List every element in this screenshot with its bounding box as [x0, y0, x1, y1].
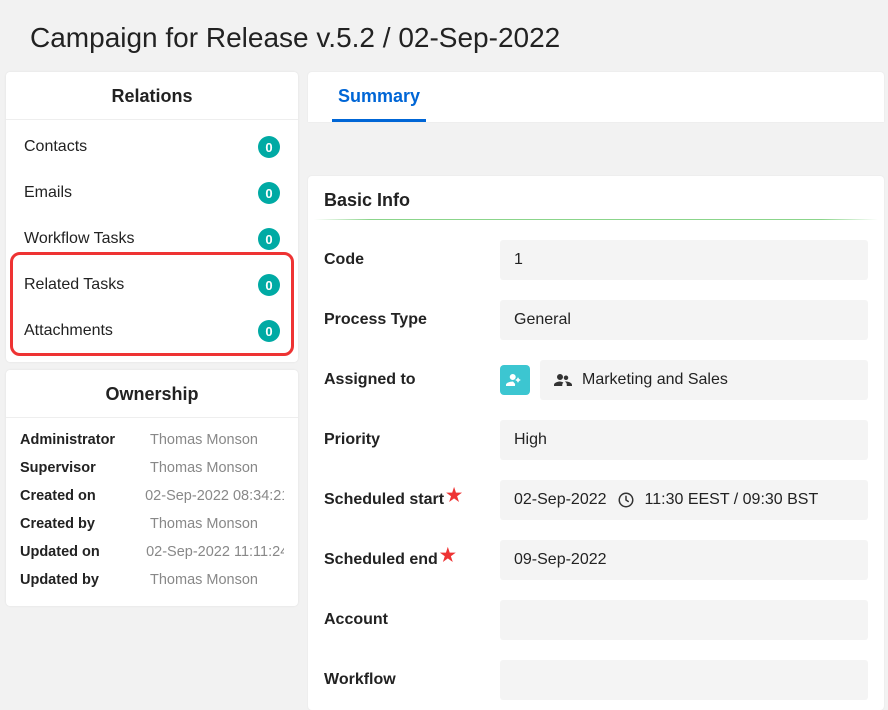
- ownership-heading: Ownership: [6, 370, 298, 418]
- value-date: 02-Sep-2022: [514, 491, 607, 509]
- field-value-scheduled-start[interactable]: 02-Sep-2022 11:30 EEST / 09:30 BST: [500, 480, 868, 520]
- ownership-value: 02-Sep-2022 08:34:21: [145, 488, 284, 504]
- ownership-panel: Ownership Administrator Thomas Monson Su…: [6, 370, 298, 606]
- sidebar-item-label: Related Tasks: [24, 276, 124, 294]
- tabs-bar: Summary: [308, 72, 884, 122]
- tab-summary[interactable]: Summary: [332, 72, 426, 122]
- ownership-value: Thomas Monson: [150, 460, 258, 476]
- ownership-label: Updated on: [20, 544, 146, 560]
- field-row-priority: Priority High: [308, 410, 884, 470]
- field-value-workflow[interactable]: [500, 660, 868, 700]
- field-label: Scheduled start ★: [324, 491, 500, 509]
- page-title: Campaign for Release v.5.2 / 02-Sep-2022: [0, 0, 888, 72]
- label-text: Assigned to: [324, 371, 416, 389]
- field-row-workflow: Workflow: [308, 650, 884, 710]
- user-plus-icon: [506, 371, 524, 389]
- label-text: Scheduled end: [324, 551, 438, 569]
- field-value-code[interactable]: 1: [500, 240, 868, 280]
- clock-icon: [617, 491, 635, 509]
- field-row-code: Code 1: [308, 230, 884, 290]
- ownership-label: Updated by: [20, 572, 150, 588]
- value-time: 11:30 EEST / 09:30 BST: [645, 491, 819, 509]
- ownership-row-updated-on: Updated on 02-Sep-2022 11:11:24: [6, 538, 298, 566]
- count-badge: 0: [258, 274, 280, 296]
- value-text: 1: [514, 251, 523, 269]
- ownership-row-administrator: Administrator Thomas Monson: [6, 426, 298, 454]
- label-text: Workflow: [324, 671, 396, 689]
- assign-user-button[interactable]: [500, 365, 530, 395]
- relations-heading: Relations: [6, 72, 298, 120]
- ownership-row-created-on: Created on 02-Sep-2022 08:34:21: [6, 482, 298, 510]
- sidebar-item-attachments[interactable]: Attachments 0: [10, 308, 294, 354]
- sidebar-item-label: Workflow Tasks: [24, 230, 135, 248]
- label-text: Scheduled start: [324, 491, 444, 509]
- field-label: Account: [324, 611, 500, 629]
- ownership-label: Created by: [20, 516, 150, 532]
- field-value-process-type[interactable]: General: [500, 300, 868, 340]
- field-value-account[interactable]: [500, 600, 868, 640]
- sidebar-item-contacts[interactable]: Contacts 0: [10, 124, 294, 170]
- sidebar-item-label: Attachments: [24, 322, 113, 340]
- required-star-icon: ★: [440, 551, 456, 560]
- users-icon: [554, 372, 572, 388]
- sidebar-item-label: Emails: [24, 184, 72, 202]
- field-label: Code: [324, 251, 500, 269]
- field-row-scheduled-end: Scheduled end ★ 09-Sep-2022: [308, 530, 884, 590]
- relations-panel: Relations Contacts 0 Emails 0 Workflow T…: [6, 72, 298, 362]
- count-badge: 0: [258, 320, 280, 342]
- ownership-value: Thomas Monson: [150, 572, 258, 588]
- count-badge: 0: [258, 228, 280, 250]
- label-text: Code: [324, 251, 364, 269]
- field-value-assigned-to[interactable]: Marketing and Sales: [540, 360, 868, 400]
- count-badge: 0: [258, 136, 280, 158]
- label-text: Process Type: [324, 311, 427, 329]
- field-row-account: Account: [308, 590, 884, 650]
- ownership-row-supervisor: Supervisor Thomas Monson: [6, 454, 298, 482]
- label-text: Priority: [324, 431, 380, 449]
- ownership-value: Thomas Monson: [150, 432, 258, 448]
- ownership-label: Administrator: [20, 432, 150, 448]
- basic-info-heading: Basic Info: [308, 176, 884, 219]
- field-label: Workflow: [324, 671, 500, 689]
- value-text: Marketing and Sales: [582, 371, 728, 389]
- basic-info-card: Basic Info Code 1 Process Type: [308, 176, 884, 710]
- divider: [314, 219, 878, 220]
- ownership-label: Supervisor: [20, 460, 150, 476]
- ownership-value: 02-Sep-2022 11:11:24: [146, 544, 284, 560]
- ownership-value: Thomas Monson: [150, 516, 258, 532]
- field-row-assigned-to: Assigned to Marketing and Sales: [308, 350, 884, 410]
- field-label: Priority: [324, 431, 500, 449]
- sidebar-item-related-tasks[interactable]: Related Tasks 0: [10, 262, 294, 308]
- field-row-process-type: Process Type General: [308, 290, 884, 350]
- field-label: Process Type: [324, 311, 500, 329]
- sidebar-item-emails[interactable]: Emails 0: [10, 170, 294, 216]
- field-label: Scheduled end ★: [324, 551, 500, 569]
- field-row-scheduled-start: Scheduled start ★ 02-Sep-2022 11:30 EEST…: [308, 470, 884, 530]
- value-text: General: [514, 311, 571, 329]
- value-text: High: [514, 431, 547, 449]
- label-text: Account: [324, 611, 388, 629]
- field-label: Assigned to: [324, 371, 500, 389]
- sidebar-item-label: Contacts: [24, 138, 87, 156]
- field-value-priority[interactable]: High: [500, 420, 868, 460]
- ownership-label: Created on: [20, 488, 145, 504]
- required-star-icon: ★: [446, 491, 462, 500]
- count-badge: 0: [258, 182, 280, 204]
- ownership-row-created-by: Created by Thomas Monson: [6, 510, 298, 538]
- value-date: 09-Sep-2022: [514, 551, 607, 569]
- field-value-scheduled-end[interactable]: 09-Sep-2022: [500, 540, 868, 580]
- ownership-row-updated-by: Updated by Thomas Monson: [6, 566, 298, 594]
- sidebar-item-workflow-tasks[interactable]: Workflow Tasks 0: [10, 216, 294, 262]
